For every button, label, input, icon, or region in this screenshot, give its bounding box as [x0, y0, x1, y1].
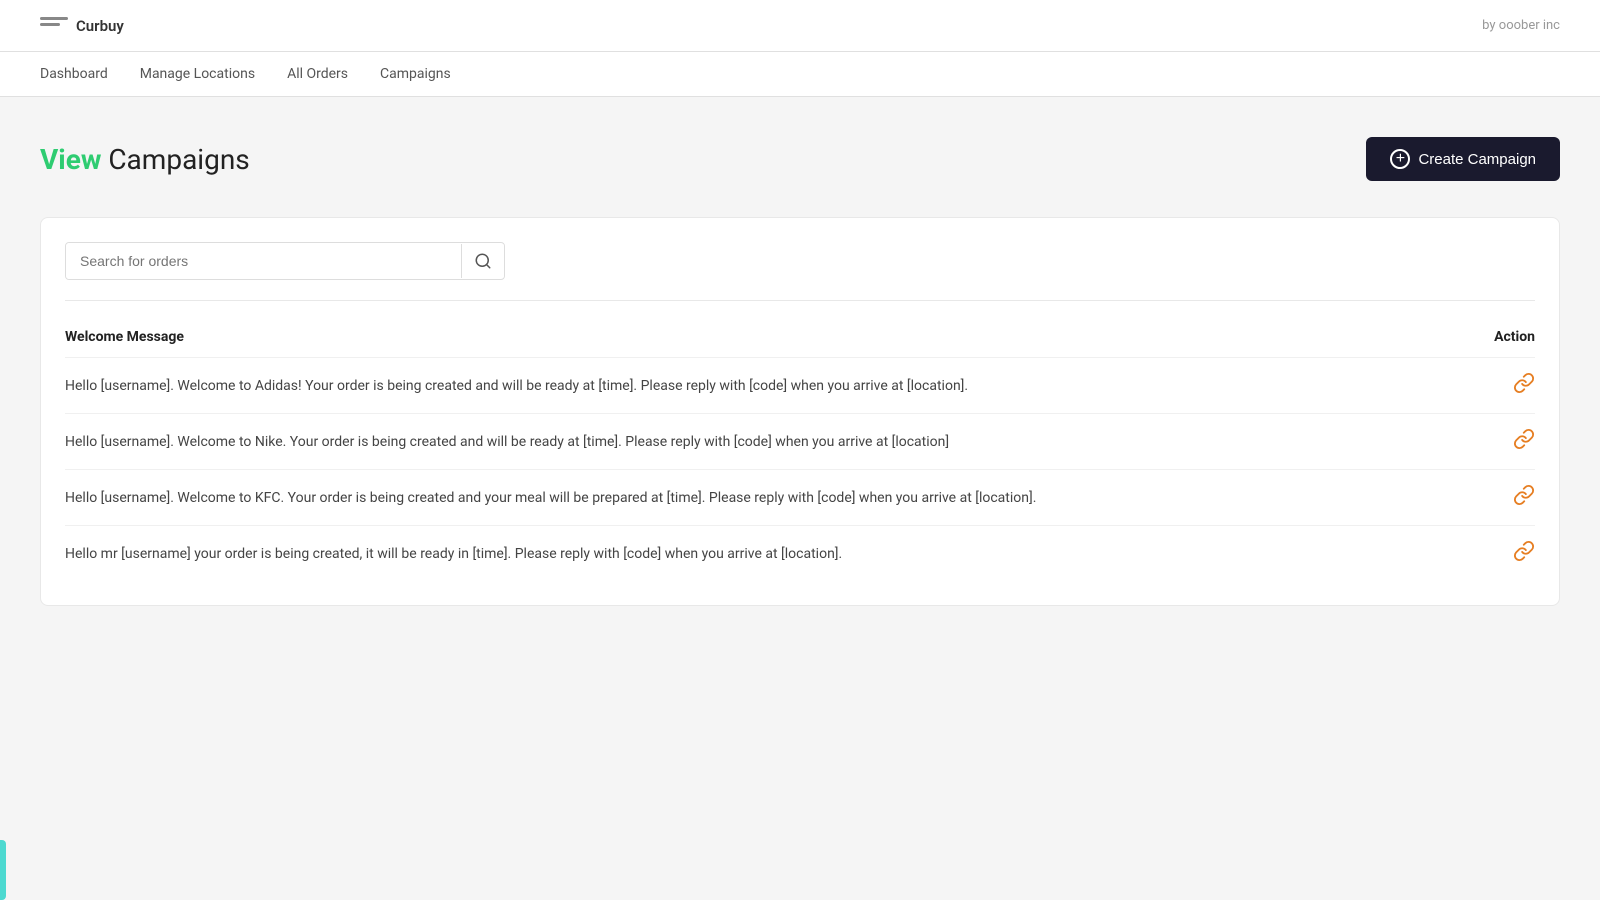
- table-card: Welcome Message Action Hello [username].…: [40, 217, 1560, 606]
- nav-item-campaigns[interactable]: Campaigns: [380, 62, 451, 86]
- logo-icon: [40, 17, 68, 35]
- search-input-wrap: [65, 242, 505, 280]
- table-row: Hello [username]. Welcome to Nike. Your …: [65, 414, 1535, 470]
- action-cell: [1476, 470, 1535, 526]
- table-row: Hello [username]. Welcome to KFC. Your o…: [65, 470, 1535, 526]
- col-header-action: Action: [1476, 317, 1535, 358]
- page-title: View Campaigns: [40, 143, 250, 176]
- action-cell: [1476, 414, 1535, 470]
- nav-item-manage-locations[interactable]: Manage Locations: [140, 62, 255, 86]
- edit-icon[interactable]: [1513, 487, 1535, 511]
- action-cell: [1476, 358, 1535, 414]
- campaigns-table: Welcome Message Action Hello [username].…: [65, 317, 1535, 581]
- table-row: Hello [username]. Welcome to Adidas! You…: [65, 358, 1535, 414]
- campaign-message: Hello mr [username] your order is being …: [65, 526, 1476, 582]
- top-bar: Curbuy by ooober inc: [0, 0, 1600, 52]
- campaign-message: Hello [username]. Welcome to Nike. Your …: [65, 414, 1476, 470]
- nav-item-all-orders[interactable]: All Orders: [287, 62, 348, 86]
- search-area: [65, 242, 1535, 280]
- search-icon: [474, 252, 492, 270]
- plus-circle-icon: +: [1390, 149, 1410, 169]
- page-header: View Campaigns + Create Campaign: [40, 137, 1560, 181]
- page-title-rest: Campaigns: [101, 143, 249, 176]
- campaign-message: Hello [username]. Welcome to KFC. Your o…: [65, 470, 1476, 526]
- main-content: View Campaigns + Create Campaign: [0, 97, 1600, 646]
- nav-item-dashboard[interactable]: Dashboard: [40, 62, 108, 86]
- col-header-message: Welcome Message: [65, 317, 1476, 358]
- search-button[interactable]: [461, 244, 504, 278]
- bottom-tab: [0, 840, 6, 900]
- edit-icon[interactable]: [1513, 431, 1535, 455]
- create-campaign-button[interactable]: + Create Campaign: [1366, 137, 1560, 181]
- table-header-row: Welcome Message Action: [65, 317, 1535, 358]
- nav-bar: Dashboard Manage Locations All Orders Ca…: [0, 52, 1600, 97]
- by-label: by ooober inc: [1482, 18, 1560, 33]
- edit-icon[interactable]: [1513, 375, 1535, 399]
- table-row: Hello mr [username] your order is being …: [65, 526, 1535, 582]
- logo-area: Curbuy: [40, 17, 124, 35]
- edit-icon[interactable]: [1513, 543, 1535, 567]
- action-cell: [1476, 526, 1535, 582]
- search-input[interactable]: [66, 243, 461, 279]
- campaign-message: Hello [username]. Welcome to Adidas! You…: [65, 358, 1476, 414]
- app-name: Curbuy: [76, 17, 124, 35]
- table-divider: [65, 300, 1535, 301]
- create-campaign-label: Create Campaign: [1418, 151, 1536, 168]
- page-title-highlight: View: [40, 143, 101, 176]
